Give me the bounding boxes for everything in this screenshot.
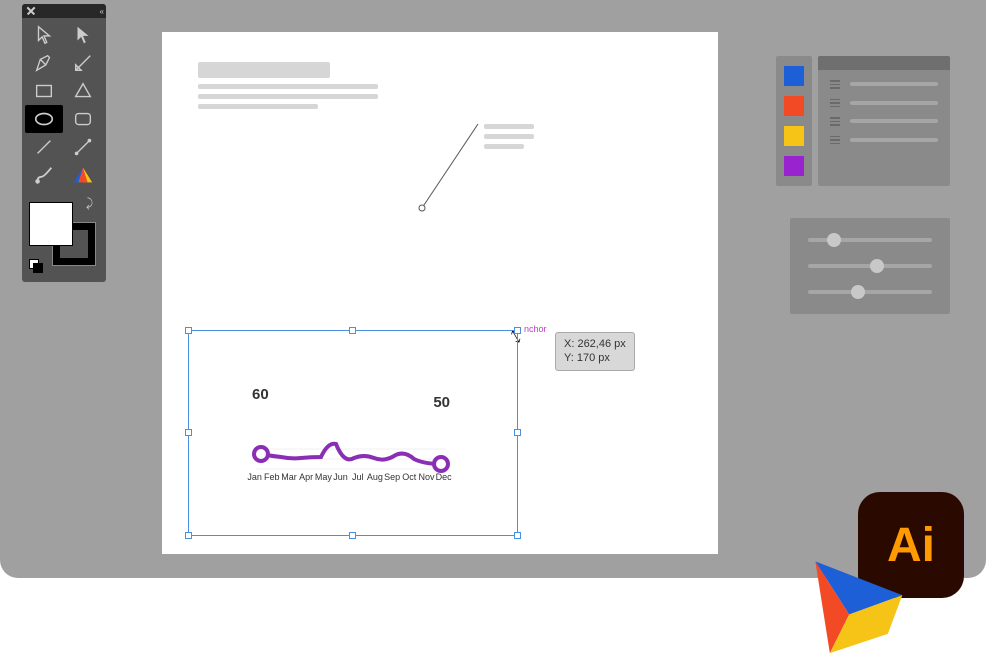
swatch-yellow[interactable] [784, 126, 804, 146]
resize-handle[interactable] [185, 327, 192, 334]
swatch-purple[interactable] [784, 156, 804, 176]
rounded-rect-tool[interactable] [64, 105, 102, 133]
slider-thumb[interactable] [851, 285, 865, 299]
resize-handle[interactable] [514, 327, 521, 334]
placeholder-heading [198, 62, 330, 78]
direct-selection-tool[interactable] [64, 21, 102, 49]
pen-tool[interactable] [25, 49, 63, 77]
chart-start-value: 60 [252, 386, 269, 403]
chart-end-value: 50 [433, 394, 450, 411]
resize-handle[interactable] [514, 532, 521, 539]
drag-handle-icon[interactable] [830, 80, 840, 89]
resize-handle[interactable] [185, 429, 192, 436]
rectangle-tool[interactable] [25, 77, 63, 105]
right-panels-top [776, 56, 950, 186]
layer-item [850, 119, 938, 123]
swatch-red[interactable] [784, 96, 804, 116]
color-wheel-tool[interactable] [64, 161, 102, 189]
layer-item [850, 101, 938, 105]
slider[interactable] [808, 238, 932, 242]
tooltip-x: X: 262,46 px [564, 337, 626, 351]
artboard[interactable]: nchor ⤡ X: 262,46 px Y: 170 px 60 50 [162, 32, 718, 554]
placeholder-line [484, 134, 534, 139]
path-segment[interactable] [418, 120, 488, 212]
line-chart[interactable]: 60 50 JanFebMarAprMayJunJulAugSepOctNovD… [246, 386, 456, 516]
default-colors-icon[interactable] [29, 259, 39, 269]
chart-x-axis: JanFebMarAprMayJunJulAugSepOctNovDec [246, 472, 452, 482]
placeholder-line [484, 144, 524, 149]
slider-thumb[interactable] [827, 233, 841, 247]
polygon-tool[interactable] [64, 77, 102, 105]
swap-colors-icon[interactable]: ⤸ [86, 196, 100, 210]
resize-handle[interactable] [349, 327, 356, 334]
drag-handle-icon[interactable] [830, 136, 840, 145]
layer-item [850, 138, 938, 142]
resize-handle[interactable] [185, 532, 192, 539]
sliders-panel[interactable] [790, 218, 950, 314]
layer-row[interactable] [830, 136, 938, 145]
tooltip-y: Y: 170 px [564, 351, 626, 365]
layers-panel-header[interactable] [818, 56, 950, 70]
swatches-panel[interactable] [776, 56, 812, 186]
coordinate-tooltip: X: 262,46 px Y: 170 px [555, 332, 635, 371]
color-swatch-area[interactable]: ⤸ [22, 192, 106, 272]
foreground-swatch[interactable] [29, 202, 73, 246]
drag-handle-icon[interactable] [830, 117, 840, 126]
layer-row[interactable] [830, 99, 938, 108]
workspace: « ⤸ [0, 0, 986, 578]
tools-panel[interactable]: « ⤸ [22, 4, 106, 282]
close-icon[interactable] [26, 6, 36, 16]
layer-item [850, 82, 938, 86]
anchor-label: nchor [524, 324, 547, 334]
tool-grid [22, 18, 106, 192]
ellipse-tool[interactable] [25, 105, 63, 133]
layers-panel[interactable] [818, 56, 950, 186]
placeholder-line [484, 124, 534, 129]
slider[interactable] [808, 264, 932, 268]
collapse-icon[interactable]: « [100, 7, 102, 16]
line-tool[interactable] [25, 133, 63, 161]
placeholder-line [198, 94, 378, 99]
layer-row[interactable] [830, 117, 938, 126]
resize-handle[interactable] [514, 429, 521, 436]
resize-handle[interactable] [349, 532, 356, 539]
slider[interactable] [808, 290, 932, 294]
drag-handle-icon[interactable] [830, 99, 840, 108]
placeholder-line [198, 104, 318, 109]
triangle-logo-icon [796, 542, 912, 658]
brush-tool[interactable] [25, 161, 63, 189]
slider-thumb[interactable] [870, 259, 884, 273]
layer-row[interactable] [830, 80, 938, 89]
selection-tool[interactable] [25, 21, 63, 49]
segment-tool[interactable] [64, 133, 102, 161]
placeholder-line [198, 84, 378, 89]
swatch-blue[interactable] [784, 66, 804, 86]
tools-panel-header[interactable]: « [22, 4, 106, 18]
add-anchor-tool[interactable] [64, 49, 102, 77]
